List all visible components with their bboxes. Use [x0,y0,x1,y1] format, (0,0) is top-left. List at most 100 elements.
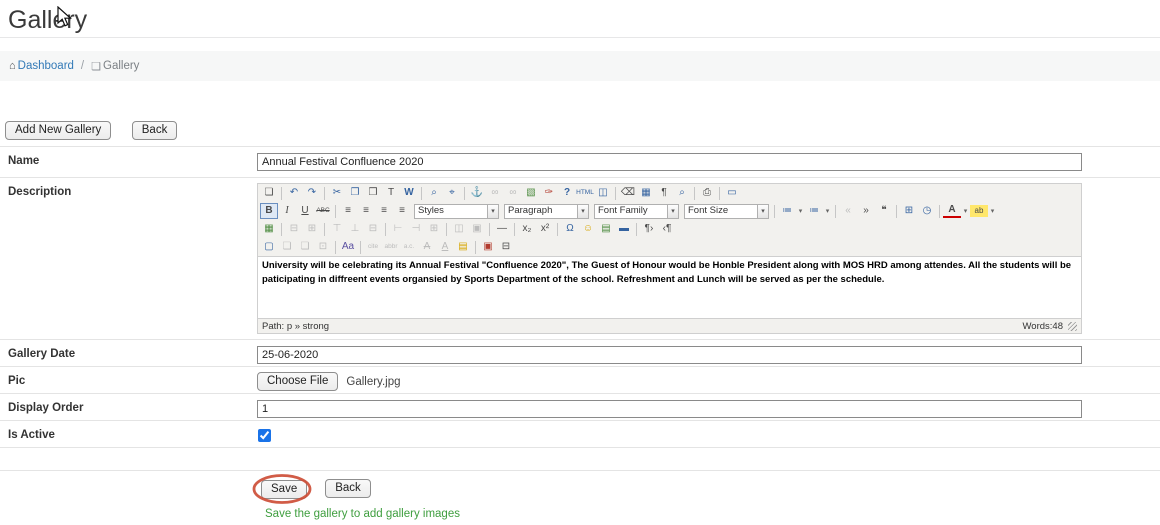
choose-file-button[interactable]: Choose File [257,372,338,391]
insert-row-after-icon[interactable]: ⊥ [346,221,364,237]
highlight-color-button[interactable]: ab [970,205,988,217]
insert-table-icon[interactable]: ▦ [637,185,655,201]
media-icon[interactable]: ▤ [597,221,615,237]
outdent-button[interactable]: « [839,203,857,219]
highlight-color-arrow[interactable]: ▾ [988,203,997,219]
cell-properties-icon[interactable]: ⊞ [303,221,321,237]
delete-column-icon[interactable]: ⊞ [425,221,443,237]
merge-cells-icon[interactable]: ▣ [468,221,486,237]
text-color-arrow[interactable]: ▾ [961,203,970,219]
copy-icon[interactable]: ❐ [346,185,364,201]
html-source-icon[interactable]: HTML [576,185,594,201]
abbreviation-icon[interactable]: abbr [382,239,400,255]
delete-row-icon[interactable]: ⊟ [364,221,382,237]
bullet-list-button[interactable]: ≔ [778,203,796,219]
resize-grip-icon[interactable] [1068,322,1077,331]
absolute-position-icon[interactable]: ⊡ [314,239,332,255]
citation-icon[interactable]: cite [364,239,382,255]
indent-button[interactable]: » [857,203,875,219]
font-family-dropdown-arrow[interactable]: ▾ [668,204,679,219]
is-active-checkbox[interactable] [258,429,271,442]
cleanup-icon[interactable]: ✑ [540,185,558,201]
cut-icon[interactable]: ✂ [328,185,346,201]
paste-as-text-icon[interactable]: T [382,185,400,201]
find-replace-icon[interactable]: ⌖ [443,185,461,201]
superscript-icon[interactable]: x² [536,221,554,237]
preview-icon[interactable]: ◫ [594,185,612,201]
bullet-list-arrow[interactable]: ▾ [796,203,805,219]
move-forward-icon[interactable]: ❏ [278,239,296,255]
editor-content-area[interactable]: University will be celebrating its Annua… [258,256,1081,318]
anchor-icon[interactable]: ⚓ [468,185,486,201]
split-cells-icon[interactable]: ◫ [450,221,468,237]
numbered-list-button[interactable]: ≔ [805,203,823,219]
new-document-icon[interactable]: ❏ [260,185,278,201]
attributes-icon[interactable]: ▤ [454,239,472,255]
table-properties-icon[interactable]: ▦ [260,221,278,237]
insertion-icon[interactable]: A [436,239,454,255]
toolbar-separator [281,223,282,236]
undo-icon[interactable]: ↶ [285,185,303,201]
breadcrumb-dashboard-link[interactable]: Dashboard [18,60,74,72]
paste-icon[interactable]: ❒ [364,185,382,201]
name-input[interactable] [257,153,1082,171]
strikethrough-button[interactable]: ABC [314,203,332,219]
deletion-icon[interactable]: A [418,239,436,255]
page-break-icon[interactable]: ⊟ [497,239,515,255]
font-size-dropdown-arrow[interactable]: ▾ [758,204,769,219]
insert-date-icon[interactable]: ⊞ [900,203,918,219]
remove-format-icon[interactable]: ⌫ [619,185,637,201]
blockquote-button[interactable]: ❝ [875,203,893,219]
image-icon[interactable]: ▧ [522,185,540,201]
row-properties-icon[interactable]: ⊟ [285,221,303,237]
display-order-input[interactable] [257,400,1082,418]
save-button[interactable]: Save [261,480,307,499]
insert-column-after-icon[interactable]: ⊣ [407,221,425,237]
paste-from-word-icon[interactable]: W [400,185,418,201]
bold-button[interactable]: B [260,203,278,219]
visual-aid-icon[interactable]: ¶ [655,185,673,201]
special-character-icon[interactable]: Ω [561,221,579,237]
gallery-date-input[interactable] [257,346,1082,364]
zoom-preview-icon[interactable]: ⌕ [673,185,691,201]
horizontal-rule-icon[interactable]: — [493,221,511,237]
font-family-dropdown[interactable]: Font Family [594,204,668,219]
text-color-button[interactable]: A [943,204,961,218]
format-dropdown[interactable]: Paragraph [504,204,578,219]
redo-icon[interactable]: ↷ [303,185,321,201]
align-justify-button[interactable]: ≡ [393,203,411,219]
align-right-button[interactable]: ≡ [375,203,393,219]
emoticons-icon[interactable]: ☺ [579,221,597,237]
find-icon[interactable]: ⌕ [425,185,443,201]
help-icon[interactable]: ? [558,185,576,201]
style-properties-icon[interactable]: Aa [339,239,357,255]
underline-button[interactable]: U [296,203,314,219]
toolbar-separator [774,205,775,218]
insert-time-icon[interactable]: ◷ [918,203,936,219]
styles-dropdown-arrow[interactable]: ▾ [488,204,499,219]
insert-layer-icon[interactable]: ▢ [260,239,278,255]
rtl-direction-icon[interactable]: ‹¶ [658,221,676,237]
fullscreen-icon[interactable]: ▭ [723,185,741,201]
embed-icon[interactable]: ▬ [615,221,633,237]
format-dropdown-arrow[interactable]: ▾ [578,204,589,219]
move-backward-icon[interactable]: ❏ [296,239,314,255]
subscript-icon[interactable]: x₂ [518,221,536,237]
insert-row-before-icon[interactable]: ⊤ [328,221,346,237]
back-button-bottom[interactable]: Back [325,479,371,498]
acronym-icon[interactable]: a.c. [400,239,418,255]
insert-column-before-icon[interactable]: ⊢ [389,221,407,237]
numbered-list-arrow[interactable]: ▾ [823,203,832,219]
font-size-dropdown[interactable]: Font Size [684,204,758,219]
add-new-gallery-button[interactable]: Add New Gallery [5,121,111,140]
styles-dropdown[interactable]: Styles [414,204,488,219]
align-left-button[interactable]: ≡ [339,203,357,219]
link-icon[interactable]: ∞ [486,185,504,201]
visual-characters-icon[interactable]: ▣ [479,239,497,255]
ltr-direction-icon[interactable]: ¶› [640,221,658,237]
print-icon[interactable]: ⎙ [698,185,716,201]
unlink-icon[interactable]: ∞ [504,185,522,201]
align-center-button[interactable]: ≡ [357,203,375,219]
italic-button[interactable]: I [278,203,296,219]
back-button-top[interactable]: Back [132,121,178,140]
